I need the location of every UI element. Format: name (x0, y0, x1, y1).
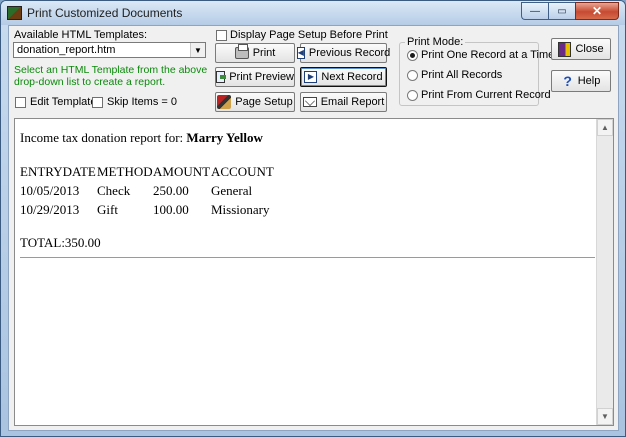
previous-record-button[interactable]: ◀ Previous Record (296, 43, 391, 63)
title-bar[interactable]: Print Customized Documents — ▭ ✕ (1, 1, 625, 25)
edit-template-checkbox[interactable] (15, 97, 26, 108)
table-cell-amount: 250.00 (153, 183, 189, 198)
next-record-label: Next Record (321, 71, 383, 83)
report-preview[interactable]: Income tax donation report for: Marry Ye… (14, 118, 614, 426)
main-panel: Available HTML Templates: donation_repor… (8, 25, 619, 431)
report-intro-text: Income tax donation report for: (20, 130, 187, 145)
previous-record-label: Previous Record (308, 47, 391, 59)
window-close-button[interactable]: ✕ (575, 2, 619, 20)
templates-label: Available HTML Templates: (14, 29, 148, 41)
table-cell-date: 10/29/2013 (20, 202, 80, 217)
app-icon (7, 6, 22, 20)
template-hint-line2: drop-down list to create a report. (14, 76, 166, 88)
minimize-button[interactable]: — (521, 2, 548, 20)
preview-icon (216, 71, 227, 83)
scroll-up-icon[interactable]: ▲ (597, 119, 613, 136)
print-mode-group: Print Mode: Print One Record at a Time P… (399, 36, 554, 106)
radio-print-one-record[interactable] (407, 50, 418, 61)
print-one-record-label: Print One Record at a Time (421, 49, 555, 61)
page-setup-button[interactable]: Page Setup (215, 92, 295, 112)
template-dropdown[interactable]: donation_report.htm ▼ (13, 42, 206, 58)
radio-print-all-records[interactable] (407, 70, 418, 81)
report-divider (20, 257, 595, 258)
caption-buttons: — ▭ ✕ (521, 2, 619, 20)
report-total: TOTAL:350.00 (20, 235, 101, 250)
table-cell-method: Gift (97, 202, 118, 217)
print-mode-title: Print Mode: (405, 36, 466, 48)
next-record-icon: ▶ (304, 71, 318, 83)
skip-items-checkbox[interactable] (92, 97, 103, 108)
page-setup-before-print-checkbox[interactable] (216, 30, 227, 41)
email-icon (302, 97, 317, 107)
help-icon: ? (563, 72, 572, 89)
help-button-label: Help (577, 75, 601, 87)
email-report-label: Email Report (320, 96, 385, 108)
chevron-down-icon[interactable]: ▼ (190, 43, 205, 57)
printer-icon (234, 44, 249, 59)
exit-door-icon (558, 41, 572, 57)
page-setup-icon (217, 95, 232, 109)
column-header-account: ACCOUNT (211, 164, 274, 179)
column-header-amount: AMOUNT (153, 164, 211, 179)
email-report-button[interactable]: Email Report (300, 92, 387, 112)
template-hint-line1: Select an HTML Template from the above (14, 64, 208, 76)
next-record-button[interactable]: ▶ Next Record (300, 67, 387, 87)
skip-items-label: Skip Items = 0 (107, 96, 178, 108)
close-button-label: Close (575, 43, 604, 55)
table-cell-account: Missionary (211, 202, 270, 217)
report-intro: Income tax donation report for: Marry Ye… (20, 130, 263, 146)
help-button[interactable]: ? Help (551, 70, 611, 92)
print-button[interactable]: Print (215, 43, 295, 63)
maximize-button[interactable]: ▭ (548, 2, 575, 20)
close-button[interactable]: Close (551, 38, 611, 60)
vertical-scrollbar[interactable]: ▲ ▼ (596, 119, 613, 425)
print-button-label: Print (252, 47, 276, 59)
page-setup-label: Page Setup (235, 96, 293, 108)
print-from-current-label: Print From Current Record (421, 89, 551, 101)
table-cell-date: 10/05/2013 (20, 183, 80, 198)
window-title: Print Customized Documents (27, 6, 183, 20)
radio-print-from-current[interactable] (407, 90, 418, 101)
template-dropdown-value: donation_report.htm (17, 44, 116, 56)
print-preview-label: Print Preview (229, 71, 294, 83)
edit-template-label: Edit Template (30, 96, 97, 108)
table-cell-account: General (211, 183, 253, 198)
scroll-down-icon[interactable]: ▼ (597, 408, 613, 425)
column-header-entrydate: ENTRYDATE (20, 164, 96, 179)
print-all-records-label: Print All Records (421, 69, 503, 81)
table-cell-method: Check (97, 183, 131, 198)
page-setup-before-print-label: Display Page Setup Before Print (230, 29, 388, 41)
report-recipient-name: Marry Yellow (186, 130, 263, 145)
table-cell-amount: 100.00 (153, 202, 189, 217)
print-preview-button[interactable]: Print Preview (215, 67, 295, 87)
column-header-method: METHOD (97, 164, 153, 179)
previous-record-icon: ◀ (296, 47, 305, 59)
print-documents-window: Print Customized Documents — ▭ ✕ Availab… (0, 0, 626, 437)
